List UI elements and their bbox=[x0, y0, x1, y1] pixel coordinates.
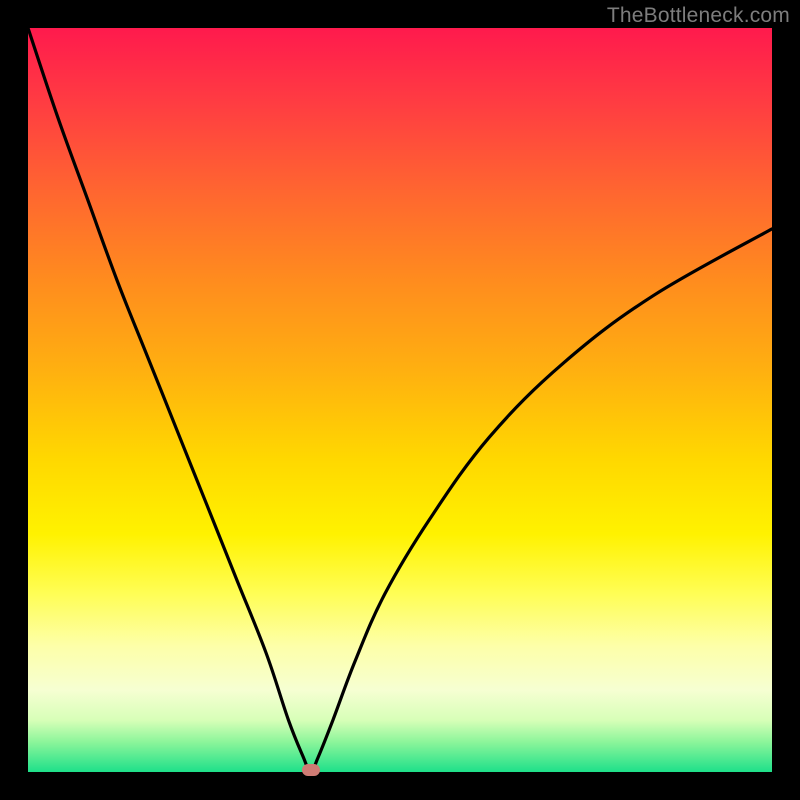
bottleneck-curve bbox=[28, 28, 772, 772]
optimal-point-marker bbox=[302, 764, 320, 776]
chart-frame: TheBottleneck.com bbox=[0, 0, 800, 800]
watermark-text: TheBottleneck.com bbox=[607, 4, 790, 28]
plot-area bbox=[28, 28, 772, 772]
